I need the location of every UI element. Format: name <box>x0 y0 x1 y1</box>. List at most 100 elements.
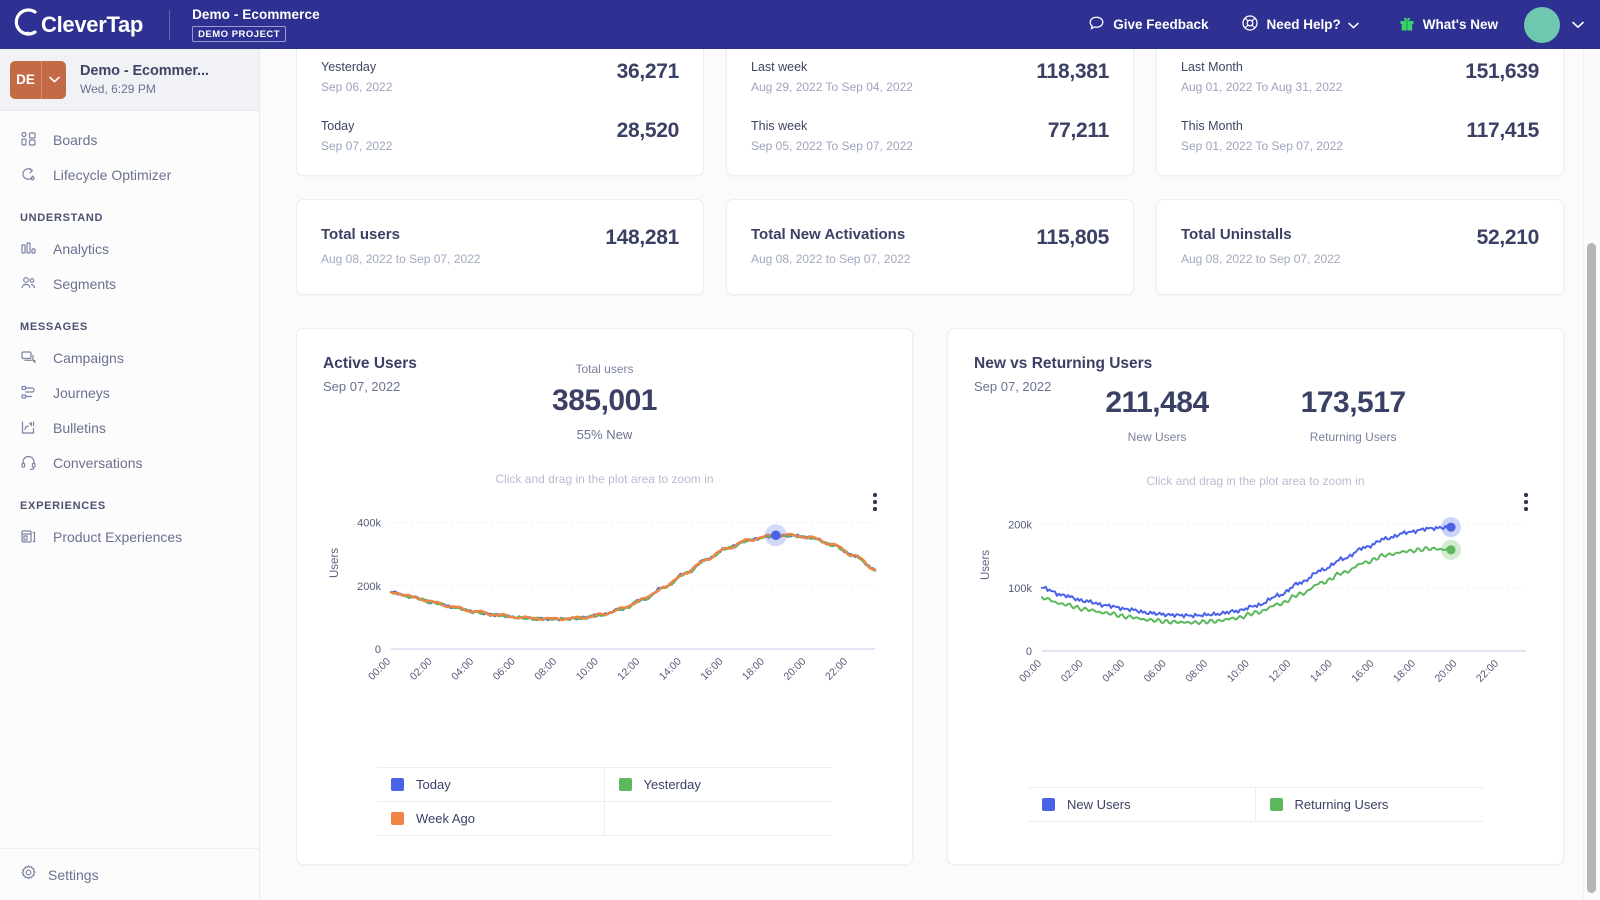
product-experiences-icon <box>20 528 42 545</box>
svg-text:02:00: 02:00 <box>408 656 435 683</box>
legend-label: Yesterday <box>644 777 701 792</box>
chevron-down-icon[interactable] <box>1572 16 1584 34</box>
legend-item-new-users[interactable]: New Users <box>1028 788 1256 822</box>
whats-new-button[interactable]: What's New <box>1383 0 1514 49</box>
clevertap-logo[interactable]: CleverTap <box>14 7 143 43</box>
kpi-subtitle: Sep 06, 2022 <box>321 80 392 94</box>
kpi-card-total-uninstalls: Total Uninstalls Aug 08, 2022 to Sep 07,… <box>1156 199 1564 295</box>
new-vs-returning-svg[interactable]: 0100k200k00:0002:0004:0006:0008:0010:001… <box>974 494 1534 709</box>
logo-arc-icon <box>14 7 40 43</box>
give-feedback-label: Give Feedback <box>1113 17 1208 32</box>
svg-text:00:00: 00:00 <box>1017 658 1044 685</box>
svg-text:20:00: 20:00 <box>1433 658 1460 685</box>
sidebar-item-label: Lifecycle Optimizer <box>53 167 171 183</box>
legend-swatch <box>619 778 632 791</box>
legend-item-yesterday[interactable]: Yesterday <box>605 768 833 802</box>
svg-text:16:00: 16:00 <box>1349 658 1376 685</box>
brand-name: CleverTap <box>41 12 143 38</box>
sidebar-item-segments[interactable]: Segments <box>0 266 259 301</box>
kpi-value: 115,805 <box>1036 226 1109 250</box>
kpi-card-total-users: Total users Aug 08, 2022 to Sep 07, 2022… <box>296 199 704 295</box>
sidebar-nav: Boards Lifecycle Optimizer UNDERSTAND An… <box>0 111 259 554</box>
kpi-title: Last Month <box>1181 60 1342 74</box>
svg-text:200k: 200k <box>1008 520 1032 532</box>
user-menu[interactable] <box>1514 7 1584 43</box>
project-initials-badge[interactable]: DE <box>10 61 66 99</box>
kpi-line: This week Sep 05, 2022 To Sep 07, 2022 7… <box>751 119 1109 153</box>
kpi-subtitle: Aug 01, 2022 To Aug 31, 2022 <box>1181 80 1342 94</box>
journeys-icon <box>20 384 42 401</box>
sidebar-item-label: Analytics <box>53 241 109 257</box>
legend-label: Week Ago <box>416 811 475 826</box>
svg-text:16:00: 16:00 <box>698 656 725 683</box>
project-initials: DE <box>10 61 42 99</box>
metric-value: 173,517 <box>1301 386 1406 420</box>
kpi-card-daily: Yesterday Sep 06, 2022 36,271 Today Sep … <box>296 49 704 176</box>
sidebar-item-label: Boards <box>53 132 97 148</box>
legend-item-returning-users[interactable]: Returning Users <box>1256 788 1484 822</box>
project-name: Demo - Ecommerce <box>192 7 320 22</box>
svg-text:02:00: 02:00 <box>1059 658 1086 685</box>
kpi-card-weekly: Last week Aug 29, 2022 To Sep 04, 2022 1… <box>726 49 1134 176</box>
legend-item-week-ago[interactable]: Week Ago <box>377 802 605 836</box>
sidebar-item-lifecycle-optimizer[interactable]: Lifecycle Optimizer <box>0 157 259 192</box>
conversations-icon <box>20 454 42 471</box>
gift-icon <box>1399 15 1423 35</box>
kpi-title: Total users <box>321 226 480 243</box>
svg-text:06:00: 06:00 <box>491 656 518 683</box>
sidebar-item-product-experiences[interactable]: Product Experiences <box>0 519 259 554</box>
whats-new-label: What's New <box>1423 17 1498 32</box>
sidebar-item-label: Campaigns <box>53 350 124 366</box>
sidebar-item-campaigns[interactable]: Campaigns <box>0 340 259 375</box>
active-users-legend: Today Yesterday Week Ago <box>377 767 832 836</box>
brand-divider <box>169 10 170 40</box>
new-vs-returning-plot[interactable]: Users 0100k200k00:0002:0004:0006:0008:00… <box>974 494 1537 709</box>
avatar[interactable] <box>1524 7 1560 43</box>
new-vs-returning-legend: New Users Returning Users <box>1028 787 1483 822</box>
legend-swatch <box>1270 798 1283 811</box>
sidebar-item-conversations[interactable]: Conversations <box>0 445 259 480</box>
sidebar-item-journeys[interactable]: Journeys <box>0 375 259 410</box>
sidebar-item-label: Product Experiences <box>53 529 182 545</box>
kpi-line: Last week Aug 29, 2022 To Sep 04, 2022 1… <box>751 60 1109 94</box>
new-users-metric: 211,484 New Users <box>1105 386 1208 444</box>
kpi-subtitle: Sep 07, 2022 <box>321 139 392 153</box>
sidebar-item-bulletins[interactable]: Bulletins <box>0 410 259 445</box>
kpi-value: 117,415 <box>1466 119 1539 143</box>
active-users-svg[interactable]: 0200k400k00:0002:0004:0006:0008:0010:001… <box>323 492 883 707</box>
zoom-hint: Click and drag in the plot area to zoom … <box>323 472 886 486</box>
project-switcher[interactable]: DE Demo - Ecommer... Wed, 6:29 PM <box>0 49 259 111</box>
demo-project-badge: DEMO PROJECT <box>192 26 286 42</box>
need-help-label: Need Help? <box>1267 17 1341 32</box>
chevron-down-icon[interactable] <box>42 61 66 99</box>
kpi-subtitle: Aug 29, 2022 To Sep 04, 2022 <box>751 80 913 94</box>
active-users-plot[interactable]: Users 0200k400k00:0002:0004:0006:0008:00… <box>323 492 886 707</box>
kpi-line: This Month Sep 01, 2022 To Sep 07, 2022 … <box>1181 119 1539 153</box>
scrollbar-thumb[interactable] <box>1587 243 1596 893</box>
metric-label: Returning Users <box>1301 430 1406 444</box>
sidebar-section-understand: UNDERSTAND <box>0 192 259 231</box>
zoom-hint: Click and drag in the plot area to zoom … <box>974 474 1537 488</box>
kpi-value: 151,639 <box>1465 60 1539 84</box>
legend-swatch <box>391 778 404 791</box>
give-feedback-button[interactable]: Give Feedback <box>1072 0 1224 49</box>
kpi-title: This week <box>751 119 913 133</box>
kpi-value: 52,210 <box>1477 226 1539 250</box>
sidebar-item-boards[interactable]: Boards <box>0 122 259 157</box>
sidebar-item-settings[interactable]: Settings <box>0 848 259 900</box>
sidebar-item-analytics[interactable]: Analytics <box>0 231 259 266</box>
bulletins-icon <box>20 419 42 436</box>
legend-label: Today <box>416 777 451 792</box>
gear-icon <box>20 864 37 886</box>
segments-icon <box>20 275 42 292</box>
svg-text:12:00: 12:00 <box>1266 658 1293 685</box>
need-help-button[interactable]: Need Help? <box>1225 0 1383 49</box>
new-returning-metrics: 211,484 New Users 173,517 Returning User… <box>974 386 1537 444</box>
chevron-down-icon <box>1348 17 1367 32</box>
lifecycle-icon <box>20 166 42 183</box>
sidebar-section-messages: MESSAGES <box>0 301 259 340</box>
topbar-actions: Give Feedback Need Help? <box>1072 0 1600 49</box>
sidebar-item-label: Bulletins <box>53 420 106 436</box>
legend-item-today[interactable]: Today <box>377 768 605 802</box>
kpi-value: 148,281 <box>605 226 679 250</box>
